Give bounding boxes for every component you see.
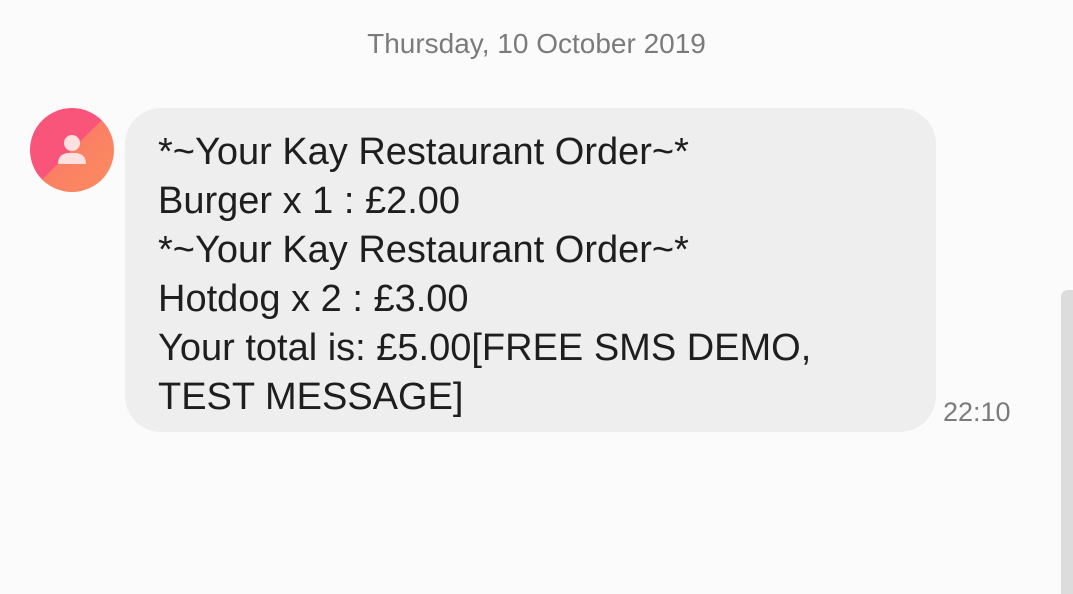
- message-line-5: Your total is: £5.00[FREE SMS DEMO,: [158, 327, 812, 369]
- message-line-4: Hotdog x 2 : £3.00: [158, 278, 469, 320]
- message-row: *~Your Kay Restaurant Order~* Burger x 1…: [30, 108, 1030, 438]
- message-line-2: Burger x 1 : £2.00: [158, 180, 461, 222]
- message-line-1: *~Your Kay Restaurant Order~*: [158, 131, 689, 173]
- date-header: Thursday, 10 October 2019: [367, 28, 706, 59]
- message-line-6: TEST MESSAGE]: [158, 376, 464, 418]
- person-icon: [58, 135, 86, 164]
- message-bubble[interactable]: *~Your Kay Restaurant Order~* Burger x 1…: [125, 108, 936, 432]
- message-timestamp: 22:10: [943, 397, 1011, 427]
- contact-avatar[interactable]: [30, 108, 114, 192]
- scrollbar[interactable]: [1061, 290, 1073, 594]
- message-line-3: *~Your Kay Restaurant Order~*: [158, 229, 689, 271]
